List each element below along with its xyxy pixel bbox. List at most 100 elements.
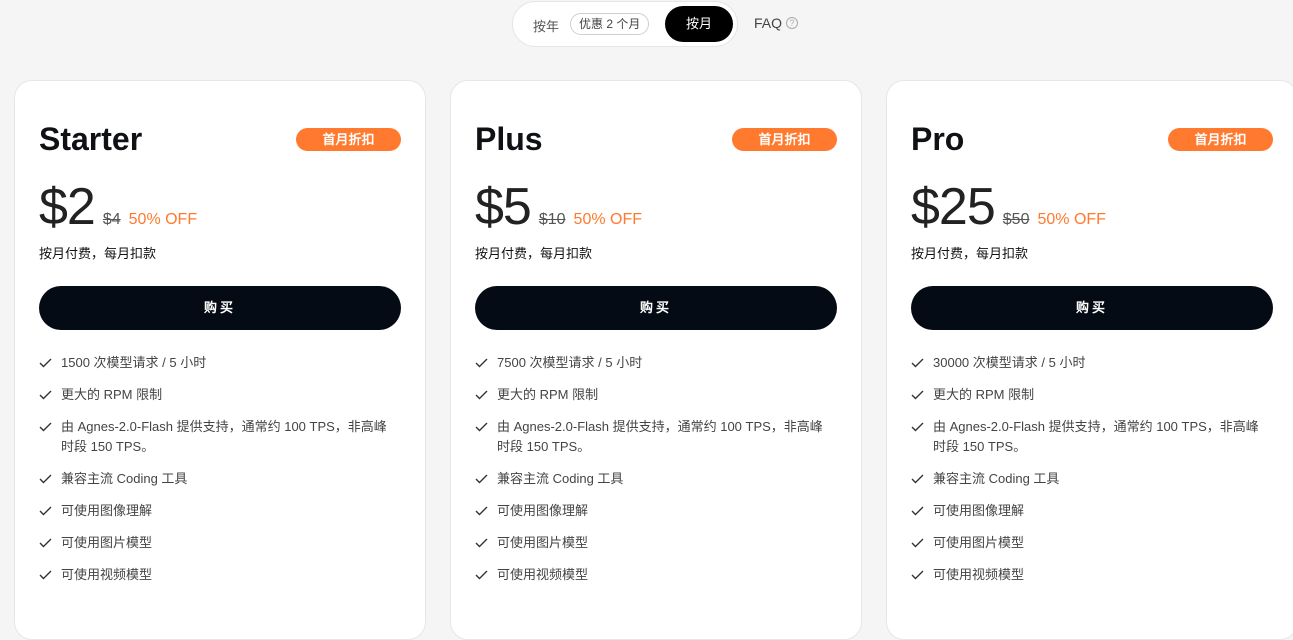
feature-item: 可使用视频模型 [911, 565, 1271, 585]
feature-text: 可使用图片模型 [497, 535, 589, 550]
feature-item: 兼容主流 Coding 工具 [475, 469, 835, 489]
check-icon [911, 501, 925, 521]
feature-text: 30000 次模型请求 / 5 小时 [933, 355, 1086, 370]
plan-card-starter: Starter 首月折扣 $2 $4 50% OFF 按月付费，每月扣款 购买 … [14, 80, 426, 640]
feature-text: 兼容主流 Coding 工具 [933, 471, 1060, 486]
feature-item: 可使用图片模型 [911, 533, 1271, 553]
check-icon [911, 385, 925, 405]
feature-item: 兼容主流 Coding 工具 [911, 469, 1271, 489]
feature-text: 由 Agnes-2.0-Flash 提供支持，通常约 100 TPS，非高峰时段… [61, 419, 387, 454]
feature-text: 更大的 RPM 限制 [933, 387, 1035, 402]
feature-text: 更大的 RPM 限制 [61, 387, 163, 402]
feature-text: 可使用图片模型 [61, 535, 153, 550]
billing-note: 按月付费，每月扣款 [475, 246, 593, 261]
billing-toggle: 按年 优惠 2 个月 按月 [512, 1, 738, 47]
feature-list: 30000 次模型请求 / 5 小时 更大的 RPM 限制由 Agnes-2.0-… [911, 353, 1271, 597]
feature-item: 1500 次模型请求 / 5 小时 [39, 353, 399, 373]
feature-list: 1500 次模型请求 / 5 小时 更大的 RPM 限制由 Agnes-2.0-F… [39, 353, 399, 597]
check-icon [911, 353, 925, 373]
feature-text: 可使用视频模型 [61, 567, 153, 582]
buy-button[interactable]: 购买 [39, 286, 401, 330]
feature-text: 7500 次模型请求 / 5 小时 [497, 355, 643, 370]
check-icon [475, 501, 489, 521]
billing-note: 按月付费，每月扣款 [911, 246, 1029, 261]
feature-item: 可使用图像理解 [475, 501, 835, 521]
plan-name: Plus [475, 121, 543, 157]
feature-item: 由 Agnes-2.0-Flash 提供支持，通常约 100 TPS，非高峰时段… [911, 417, 1271, 457]
check-icon [911, 469, 925, 489]
check-icon [39, 385, 53, 405]
feature-text: 可使用图像理解 [61, 503, 153, 518]
check-icon [475, 469, 489, 489]
feature-text: 兼容主流 Coding 工具 [61, 471, 188, 486]
check-icon [475, 565, 489, 585]
original-price: $10 [538, 211, 566, 228]
feature-item: 可使用图像理解 [911, 501, 1271, 521]
plan-name: Starter [39, 121, 143, 157]
check-icon [39, 353, 53, 373]
check-icon [911, 533, 925, 553]
first-month-discount-badge: 首月折扣 [296, 128, 401, 151]
feature-item: 由 Agnes-2.0-Flash 提供支持，通常约 100 TPS，非高峰时段… [475, 417, 835, 457]
feature-text: 由 Agnes-2.0-Flash 提供支持，通常约 100 TPS，非高峰时段… [933, 419, 1259, 454]
check-icon [39, 417, 53, 437]
feature-item: 更大的 RPM 限制 [39, 385, 399, 405]
billing-note: 按月付费，每月扣款 [39, 246, 157, 261]
original-price: $4 [102, 211, 121, 228]
check-icon [475, 533, 489, 553]
discount-percent: 50% OFF [573, 211, 643, 228]
buy-button[interactable]: 购买 [911, 286, 1273, 330]
first-month-discount-badge: 首月折扣 [732, 128, 837, 151]
feature-text: 可使用图片模型 [933, 535, 1025, 550]
price-row: $5 $10 50% OFF [475, 177, 642, 237]
check-icon [475, 353, 489, 373]
feature-text: 可使用图像理解 [933, 503, 1025, 518]
feature-text: 兼容主流 Coding 工具 [497, 471, 624, 486]
feature-item: 7500 次模型请求 / 5 小时 [475, 353, 835, 373]
price-row: $25 $50 50% OFF [911, 177, 1106, 237]
feature-item: 可使用视频模型 [39, 565, 399, 585]
feature-item: 兼容主流 Coding 工具 [39, 469, 399, 489]
discount-percent: 50% OFF [1037, 211, 1106, 228]
feature-item: 更大的 RPM 限制 [475, 385, 835, 405]
feature-item: 可使用图像理解 [39, 501, 399, 521]
check-icon [911, 417, 925, 437]
feature-list: 7500 次模型请求 / 5 小时 更大的 RPM 限制由 Agnes-2.0-F… [475, 353, 835, 597]
price: $25 [911, 178, 996, 236]
feature-text: 更大的 RPM 限制 [497, 387, 599, 402]
check-icon [475, 417, 489, 437]
discount-percent: 50% OFF [128, 211, 198, 228]
check-icon [39, 469, 53, 489]
plan-card-plus: Plus 首月折扣 $5 $10 50% OFF 按月付费，每月扣款 购买 75… [450, 80, 862, 640]
faq-link[interactable]: FAQ ? [754, 15, 799, 31]
check-icon [39, 501, 53, 521]
original-price: $50 [1002, 211, 1030, 228]
feature-text: 可使用视频模型 [497, 567, 589, 582]
price: $5 [475, 178, 532, 236]
question-circle-icon: ? [786, 17, 799, 29]
price: $2 [39, 178, 96, 236]
check-icon [39, 565, 53, 585]
toggle-monthly-button[interactable]: 按月 [665, 6, 733, 42]
check-icon [475, 385, 489, 405]
feature-item: 可使用视频模型 [475, 565, 835, 585]
buy-button[interactable]: 购买 [475, 286, 837, 330]
feature-item: 30000 次模型请求 / 5 小时 [911, 353, 1271, 373]
price-row: $2 $4 50% OFF [39, 177, 197, 237]
yearly-discount-badge: 优惠 2 个月 [570, 13, 650, 35]
feature-text: 可使用视频模型 [933, 567, 1025, 582]
feature-item: 更大的 RPM 限制 [911, 385, 1271, 405]
plan-card-pro: Pro 首月折扣 $25 $50 50% OFF 按月付费，每月扣款 购买 30… [886, 80, 1293, 640]
feature-text: 可使用图像理解 [497, 503, 589, 518]
feature-item: 可使用图片模型 [39, 533, 399, 553]
feature-text: 由 Agnes-2.0-Flash 提供支持，通常约 100 TPS，非高峰时段… [497, 419, 823, 454]
check-icon [911, 565, 925, 585]
toggle-yearly-label[interactable]: 按年 [533, 16, 559, 35]
feature-item: 可使用图片模型 [475, 533, 835, 553]
check-icon [39, 533, 53, 553]
plan-name: Pro [911, 121, 965, 157]
faq-label: FAQ [754, 15, 783, 31]
feature-item: 由 Agnes-2.0-Flash 提供支持，通常约 100 TPS，非高峰时段… [39, 417, 399, 457]
first-month-discount-badge: 首月折扣 [1168, 128, 1273, 151]
feature-text: 1500 次模型请求 / 5 小时 [61, 355, 207, 370]
